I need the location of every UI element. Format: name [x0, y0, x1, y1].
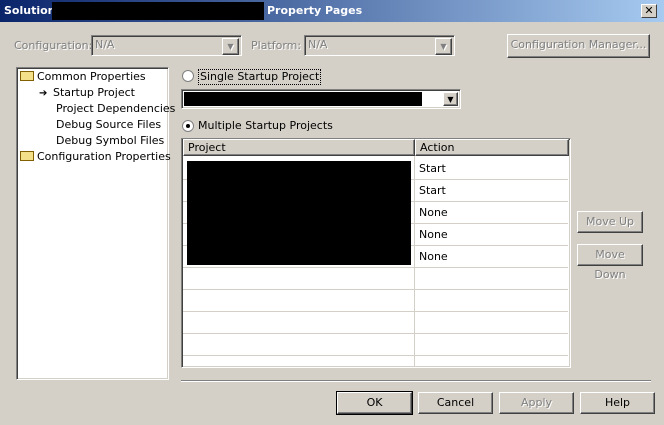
arrow-icon: ➔	[39, 88, 48, 99]
multiple-startup-radio[interactable]	[182, 120, 194, 132]
apply-button[interactable]: Apply	[499, 392, 574, 414]
platform-combo[interactable]: N/A ▼	[304, 35, 455, 56]
grid-header: Project Action	[183, 139, 569, 156]
row-line	[183, 267, 568, 268]
row-line	[183, 333, 568, 334]
tree-item-startup-project[interactable]: ➔ Startup Project	[39, 86, 135, 101]
tree-item-debug-symbol-files[interactable]: Debug Symbol Files	[56, 134, 164, 148]
platform-label: Platform:	[251, 39, 302, 52]
tree-item-label: Configuration Properties	[37, 150, 171, 163]
close-icon: ✕	[644, 4, 654, 17]
move-up-button[interactable]: Move Up	[577, 211, 643, 233]
platform-value: N/A	[308, 38, 328, 51]
help-button[interactable]: Help	[580, 392, 655, 414]
redacted-solution-name	[52, 2, 264, 20]
column-divider	[414, 156, 415, 366]
folder-open-icon	[20, 71, 34, 81]
move-down-button[interactable]: Move Down	[577, 244, 643, 281]
row-line	[183, 289, 568, 290]
row-line	[183, 311, 568, 312]
configuration-manager-button[interactable]: Configuration Manager...	[507, 34, 650, 58]
action-cell[interactable]: Start	[419, 162, 446, 176]
chevron-down-icon[interactable]: ▼	[443, 92, 458, 106]
configuration-label: Configuration:	[14, 39, 93, 52]
close-button[interactable]: ✕	[641, 4, 657, 18]
configuration-value: N/A	[95, 38, 115, 51]
single-startup-label[interactable]: Single Startup Project	[198, 69, 322, 85]
redacted-project-list	[187, 161, 411, 265]
redacted-project-name	[184, 92, 422, 106]
multiple-startup-label[interactable]: Multiple Startup Projects	[198, 119, 333, 133]
folder-icon	[20, 151, 34, 161]
tree-item-project-dependencies[interactable]: Project Dependencies	[56, 102, 175, 116]
column-header-action[interactable]: Action	[415, 139, 569, 156]
tree-item-debug-source-files[interactable]: Debug Source Files	[56, 118, 161, 132]
chevron-down-icon[interactable]: ▼	[222, 38, 239, 55]
window-title-prefix: Solution	[4, 4, 56, 17]
action-cell[interactable]: None	[419, 206, 448, 220]
single-startup-radio[interactable]	[182, 70, 194, 82]
property-tree[interactable]: Common Properties ➔ Startup Project Proje…	[16, 67, 175, 380]
ok-button[interactable]: OK	[336, 391, 413, 415]
action-cell[interactable]: None	[419, 250, 448, 264]
action-cell[interactable]: Start	[419, 184, 446, 198]
single-startup-combo[interactable]: ▼	[181, 89, 461, 109]
window-title-suffix: Property Pages	[267, 4, 363, 17]
tree-item-label: Startup Project	[53, 86, 135, 99]
tree-item-configuration-properties[interactable]: Configuration Properties	[20, 150, 171, 164]
configuration-combo[interactable]: N/A ▼	[91, 35, 242, 56]
row-line	[183, 355, 568, 356]
chevron-down-icon[interactable]: ▼	[435, 38, 452, 55]
tree-item-common-properties[interactable]: Common Properties	[20, 70, 146, 84]
cancel-button[interactable]: Cancel	[418, 392, 493, 414]
tree-item-label: Common Properties	[37, 70, 146, 83]
column-header-project[interactable]: Project	[183, 139, 415, 156]
action-cell[interactable]: None	[419, 228, 448, 242]
separator	[181, 380, 651, 382]
